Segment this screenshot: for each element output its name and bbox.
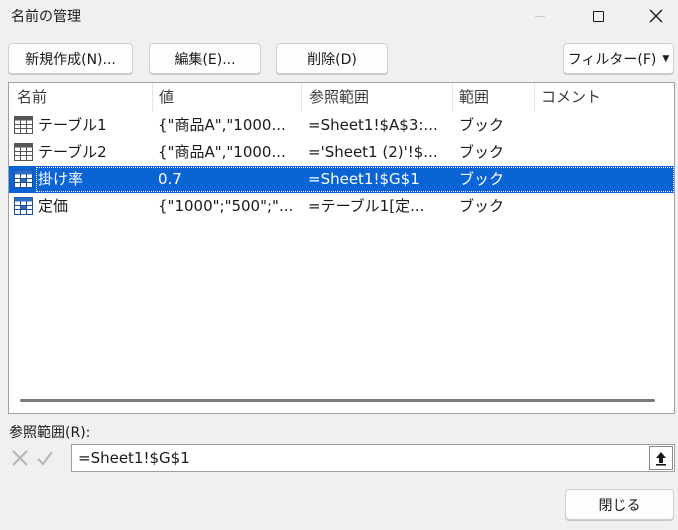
upload-arrow-icon (656, 452, 666, 466)
named-range-icon (14, 197, 33, 215)
minimize-button[interactable] (518, 0, 562, 32)
column-header-value[interactable]: 値 (155, 83, 174, 112)
horizontal-scrollbar[interactable] (11, 392, 672, 410)
maximize-button[interactable] (576, 0, 620, 32)
cross-icon (12, 450, 28, 466)
scrollbar-thumb[interactable] (20, 399, 655, 402)
delete-button[interactable]: 削除(D) (276, 43, 388, 74)
row-value: {"1000";"500";"... (158, 197, 294, 215)
row-scope: ブック (459, 170, 505, 188)
row-name: テーブル1 (38, 116, 107, 134)
row-value: {"商品A","1000... (158, 116, 286, 134)
row-scope: ブック (459, 197, 505, 215)
maximize-icon (592, 10, 604, 22)
minimize-icon (535, 15, 545, 17)
column-header-scope[interactable]: 範囲 (455, 83, 489, 112)
names-list[interactable]: 名前 値 参照範囲 範囲 コメント テーブル1 {"商品A","1000... … (8, 82, 675, 414)
refers-to-value: =Sheet1!$G$1 (78, 449, 190, 467)
row-value: {"商品A","1000... (158, 143, 286, 161)
filter-button[interactable]: フィルター(F) ▼ (563, 43, 674, 74)
new-button[interactable]: 新規作成(N)... (8, 43, 133, 74)
row-refers-to: ='Sheet1 (2)'!$... (308, 143, 438, 161)
title-bar: 名前の管理 (0, 0, 678, 32)
refers-to-label: 参照範囲(R): (9, 425, 91, 441)
row-name: 掛け率 (38, 170, 84, 188)
filter-label: フィルター(F) (567, 51, 657, 68)
list-item[interactable]: テーブル1 {"商品A","1000... =Sheet1!$A$3:... ブ… (9, 112, 674, 139)
row-refers-to: =Sheet1!$A$3:... (308, 116, 438, 134)
column-divider[interactable] (301, 83, 302, 112)
close-button[interactable]: 閉じる (565, 489, 674, 520)
column-header-name[interactable]: 名前 (13, 83, 47, 112)
column-divider[interactable] (152, 83, 153, 112)
checkmark-icon (37, 451, 53, 466)
row-name: テーブル2 (38, 143, 107, 161)
cancel-edit-button[interactable] (9, 447, 31, 469)
list-item[interactable]: テーブル2 {"商品A","1000... ='Sheet1 (2)'!$...… (9, 139, 674, 166)
name-manager-dialog: 名前の管理 新規作成(N)... 編集(E)... 削除(D) フィルター(F)… (0, 0, 678, 530)
window-title: 名前の管理 (11, 9, 81, 25)
list-item-selected[interactable]: 掛け率 0.7 =Sheet1!$G$1 ブック (9, 166, 674, 193)
row-name: 定価 (38, 197, 69, 215)
column-divider[interactable] (452, 83, 453, 112)
row-scope: ブック (459, 143, 505, 161)
table-icon (14, 116, 33, 134)
list-header: 名前 値 参照範囲 範囲 コメント (9, 83, 674, 112)
close-window-button[interactable] (634, 0, 678, 32)
row-scope: ブック (459, 116, 505, 134)
close-icon (649, 9, 663, 23)
confirm-edit-button[interactable] (34, 447, 56, 469)
column-header-refers-to[interactable]: 参照範囲 (305, 83, 369, 112)
collapse-dialog-button[interactable] (649, 446, 673, 470)
refers-to-input[interactable]: =Sheet1!$G$1 (71, 444, 675, 472)
row-refers-to: =Sheet1!$G$1 (308, 170, 420, 188)
named-range-icon (14, 170, 33, 188)
row-refers-to: =テーブル1[定... (308, 197, 425, 215)
column-divider[interactable] (534, 83, 535, 112)
edit-button[interactable]: 編集(E)... (149, 43, 261, 74)
row-value: 0.7 (158, 170, 182, 188)
caret-down-icon: ▼ (662, 53, 670, 64)
column-header-comment[interactable]: コメント (537, 83, 601, 112)
table-icon (14, 143, 33, 161)
list-item[interactable]: 定価 {"1000";"500";"... =テーブル1[定... ブック (9, 193, 674, 220)
